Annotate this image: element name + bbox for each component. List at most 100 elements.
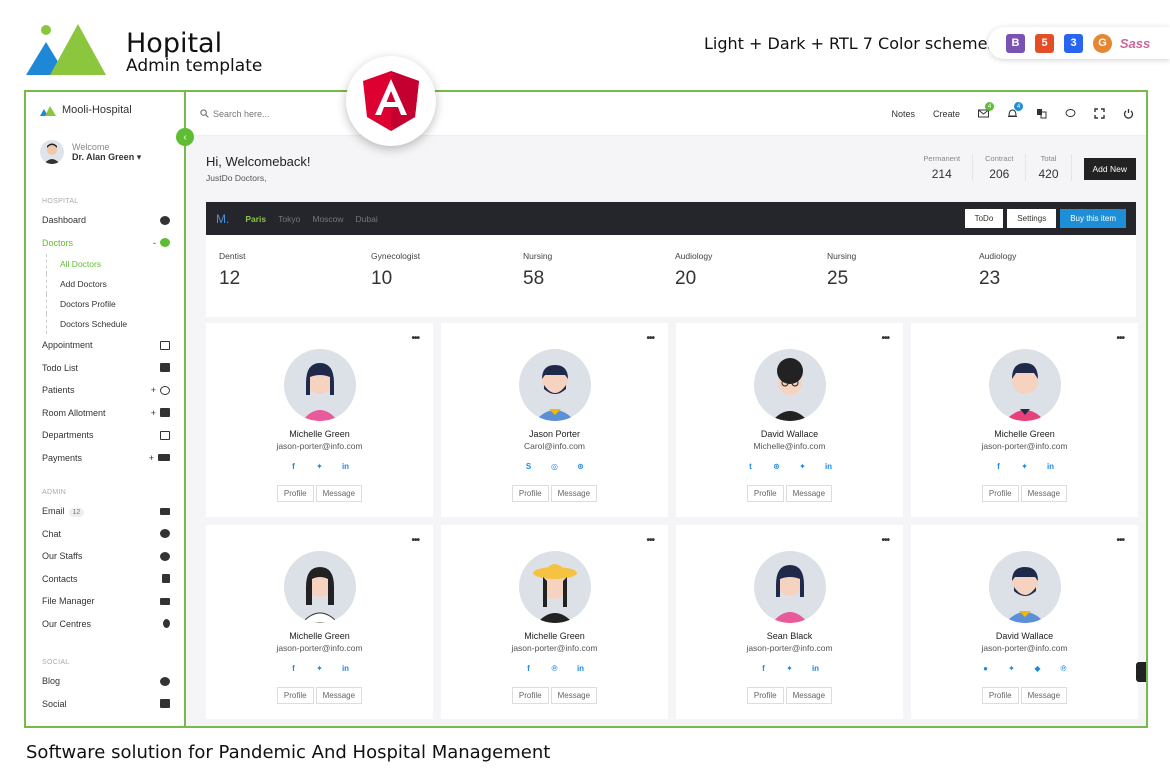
profile-button[interactable]: Profile: [746, 687, 784, 704]
doctor-email[interactable]: jason-porter@info.com: [206, 643, 433, 653]
user-profile[interactable]: Welcome Dr. Alan Green ▾: [40, 140, 141, 164]
profile-button[interactable]: Profile: [511, 485, 549, 502]
facebook-icon[interactable]: f: [290, 665, 298, 673]
sidebar-item-staffs[interactable]: Our Staffs: [26, 545, 184, 568]
facebook-icon[interactable]: f: [995, 463, 1003, 471]
logout-button[interactable]: [1123, 108, 1134, 119]
apple-icon[interactable]: ◆: [1034, 665, 1042, 673]
add-new-button[interactable]: Add New: [1083, 158, 1136, 180]
dropbox-icon[interactable]: ✦: [799, 463, 807, 471]
profile-button[interactable]: Profile: [276, 485, 314, 502]
skype-icon[interactable]: S: [525, 463, 533, 471]
linkedin-icon[interactable]: in: [577, 665, 585, 673]
sidebar-item-chat[interactable]: Chat: [26, 523, 184, 546]
profile-button[interactable]: Profile: [276, 687, 314, 704]
more-options-icon[interactable]: •••: [646, 333, 654, 344]
more-options-icon[interactable]: •••: [411, 333, 419, 344]
pinterest-icon[interactable]: ℗: [551, 665, 559, 673]
city-tab-paris[interactable]: Paris: [245, 214, 266, 224]
doctor-email[interactable]: jason-porter@info.com: [911, 643, 1138, 653]
doctor-email[interactable]: Carol@info.com: [441, 441, 668, 451]
sidebar-item-departments[interactable]: Departments: [26, 424, 184, 447]
message-button[interactable]: Message: [550, 485, 598, 502]
profile-button[interactable]: Profile: [511, 687, 549, 704]
more-options-icon[interactable]: •••: [1116, 333, 1124, 344]
todo-button[interactable]: ToDo: [964, 209, 1004, 228]
more-options-icon[interactable]: •••: [411, 535, 419, 546]
sidebar-collapse-button[interactable]: ‹: [176, 128, 194, 146]
mail-button[interactable]: 4: [978, 102, 994, 119]
dropbox-icon[interactable]: ✦: [786, 665, 794, 673]
sidebar-item-todo[interactable]: Todo List: [26, 357, 184, 380]
chat-button[interactable]: [1065, 108, 1076, 119]
sidebar-subitem-add-doctors[interactable]: Add Doctors: [26, 274, 184, 294]
message-button[interactable]: Message: [785, 687, 833, 704]
doctor-email[interactable]: jason-porter@info.com: [911, 441, 1138, 451]
sidebar-item-file-manager[interactable]: File Manager: [26, 590, 184, 613]
dribbble-icon[interactable]: ⊛: [773, 463, 781, 471]
doctor-email[interactable]: Michelle@info.com: [676, 441, 903, 451]
city-tab-moscow[interactable]: Moscow: [312, 214, 343, 224]
sidebar-subitem-doctors-schedule[interactable]: Doctors Schedule: [26, 314, 184, 334]
settings-button[interactable]: Settings: [1007, 209, 1057, 228]
sidebar-item-doctors[interactable]: Doctors -: [26, 232, 184, 255]
twitter-icon[interactable]: t: [747, 463, 755, 471]
linkedin-icon[interactable]: in: [825, 463, 833, 471]
doctor-email[interactable]: jason-porter@info.com: [676, 643, 903, 653]
profile-button[interactable]: Profile: [746, 485, 784, 502]
message-button[interactable]: Message: [315, 485, 363, 502]
sidebar-item-contacts[interactable]: Contacts: [26, 568, 184, 591]
sidebar-subitem-doctors-profile[interactable]: Doctors Profile: [26, 294, 184, 314]
more-options-icon[interactable]: •••: [646, 535, 654, 546]
doctor-email[interactable]: jason-porter@info.com: [206, 441, 433, 451]
message-button[interactable]: Message: [1020, 485, 1068, 502]
sidebar-item-centres[interactable]: Our Centres: [26, 613, 184, 636]
dropbox-icon[interactable]: ✦: [1008, 665, 1016, 673]
profile-button[interactable]: Profile: [981, 687, 1019, 704]
theme-settings-toggle[interactable]: [1136, 662, 1146, 682]
linkedin-icon[interactable]: in: [342, 665, 350, 673]
facebook-icon[interactable]: f: [525, 665, 533, 673]
flickr-icon[interactable]: ●: [982, 665, 990, 673]
sidebar-subitem-all-doctors[interactable]: All Doctors: [26, 254, 184, 274]
user-name[interactable]: Dr. Alan Green ▾: [72, 152, 141, 163]
linkedin-icon[interactable]: in: [342, 463, 350, 471]
linkedin-icon[interactable]: in: [812, 665, 820, 673]
dropbox-icon[interactable]: ✦: [316, 463, 324, 471]
notifications-button[interactable]: 4: [1007, 102, 1023, 119]
create-link[interactable]: Create: [933, 109, 960, 119]
fullscreen-button[interactable]: [1094, 108, 1105, 119]
language-button[interactable]: [1036, 108, 1047, 119]
sidebar-item-appointment[interactable]: Appointment: [26, 334, 184, 357]
message-button[interactable]: Message: [785, 485, 833, 502]
dropbox-icon[interactable]: ✦: [1021, 463, 1029, 471]
pinterest-icon[interactable]: ℗: [1060, 665, 1068, 673]
sidebar-item-room-allotment[interactable]: Room Allotment +: [26, 402, 184, 425]
more-options-icon[interactable]: •••: [881, 333, 889, 344]
sidebar-item-email[interactable]: Email 12: [26, 500, 184, 523]
facebook-icon[interactable]: f: [760, 665, 768, 673]
message-button[interactable]: Message: [550, 687, 598, 704]
buy-item-button[interactable]: Buy this item: [1060, 209, 1126, 228]
instagram-icon[interactable]: ◎: [551, 463, 559, 471]
message-button[interactable]: Message: [315, 687, 363, 704]
dribbble-icon[interactable]: ⊛: [577, 463, 585, 471]
notes-link[interactable]: Notes: [891, 109, 915, 119]
dropbox-icon[interactable]: ✦: [316, 665, 324, 673]
linkedin-icon[interactable]: in: [1047, 463, 1055, 471]
city-tab-dubai[interactable]: Dubai: [356, 214, 378, 224]
sidebar-item-payments[interactable]: Payments +: [26, 447, 184, 470]
profile-button[interactable]: Profile: [981, 485, 1019, 502]
city-tab-tokyo[interactable]: Tokyo: [278, 214, 300, 224]
message-button[interactable]: Message: [1020, 687, 1068, 704]
doctor-icon: [160, 238, 170, 248]
sidebar-brand[interactable]: Mooli-Hospital: [40, 104, 132, 116]
facebook-icon[interactable]: f: [290, 463, 298, 471]
more-options-icon[interactable]: •••: [1116, 535, 1124, 546]
sidebar-item-dashboard[interactable]: Dashboard: [26, 209, 184, 232]
doctor-email[interactable]: jason-porter@info.com: [441, 643, 668, 653]
more-options-icon[interactable]: •••: [881, 535, 889, 546]
sidebar-item-blog[interactable]: Blog: [26, 670, 184, 693]
sidebar-item-social[interactable]: Social: [26, 693, 184, 716]
sidebar-item-patients[interactable]: Patients +: [26, 379, 184, 402]
